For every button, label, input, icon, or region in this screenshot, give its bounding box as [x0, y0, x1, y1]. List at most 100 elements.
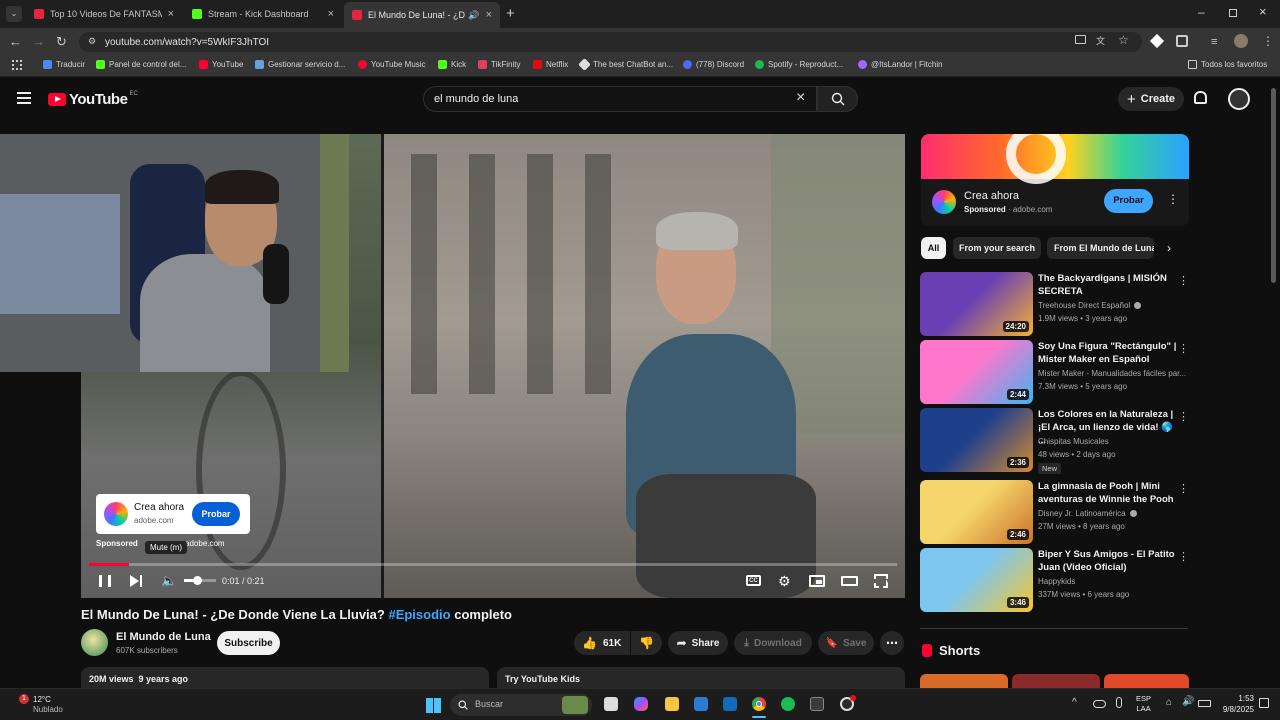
extensions-puzzle-icon[interactable]: [1176, 35, 1188, 47]
recommendation-thumbnail[interactable]: 2:36: [920, 408, 1033, 472]
close-tab-icon[interactable]: ×: [168, 8, 174, 20]
task-view-icon[interactable]: [604, 697, 618, 711]
account-avatar[interactable]: [1228, 88, 1250, 110]
video-hashtag-link[interactable]: #Episodio: [388, 607, 450, 622]
more-options-icon[interactable]: ⋮: [1178, 342, 1189, 355]
channel-name[interactable]: El Mundo de Luna: [116, 631, 211, 643]
download-button[interactable]: ⤓ Download: [734, 631, 812, 655]
tab-fantasmas[interactable]: Top 10 Videos De FANTASMAS ×: [26, 3, 182, 25]
youtube-logo[interactable]: YouTube EC: [48, 91, 138, 108]
bookmark-youtube[interactable]: YouTube: [199, 60, 243, 69]
recommendation-item[interactable]: 24:20 The Backyardigans | MISIÓN SECRETA T…: [920, 272, 1190, 336]
show-hidden-icons[interactable]: ^: [1072, 697, 1077, 708]
microsoft-store-icon[interactable]: [694, 697, 708, 711]
onedrive-cloud-icon[interactable]: [1093, 700, 1106, 708]
close-window-button[interactable]: ×: [1259, 4, 1267, 19]
share-button[interactable]: ➦ Share: [668, 631, 728, 655]
language-indicator[interactable]: ESP LAA: [1136, 694, 1151, 714]
more-options-icon[interactable]: ⋮: [1178, 482, 1189, 495]
reload-button[interactable]: ↻: [56, 34, 67, 50]
close-tab-icon[interactable]: ×: [328, 8, 334, 20]
chip-from-channel[interactable]: From El Mundo de Luna: [1047, 237, 1154, 259]
recommendation-title[interactable]: Soy Una Figura "Rectángulo" | Mister Mak…: [1038, 340, 1178, 366]
file-explorer-icon[interactable]: [665, 697, 679, 711]
recommendation-title[interactable]: La gimnasia de Pooh | Mini aventuras de …: [1038, 480, 1178, 506]
bookmark-fitchin[interactable]: @ItsLandor | Fitchin: [858, 60, 943, 69]
volume-icon[interactable]: 🔊: [1182, 696, 1194, 707]
apps-grid-icon[interactable]: [12, 60, 22, 70]
volume-slider[interactable]: [184, 576, 216, 585]
tab-el-mundo-de-luna[interactable]: El Mundo De Luna! - ¿De D 🔊 ×: [344, 2, 500, 28]
outlook-icon[interactable]: [723, 697, 737, 711]
like-button[interactable]: 👍 61K: [574, 631, 630, 655]
clock[interactable]: 1:53 9/8/2025: [1214, 693, 1254, 715]
recommendation-channel[interactable]: Happykids: [1038, 577, 1188, 586]
back-button[interactable]: ←: [9, 34, 22, 49]
bookmark-star-icon[interactable]: ☆: [1118, 33, 1129, 47]
volume-button[interactable]: 🔈: [161, 573, 177, 589]
weather-widget[interactable]: 1 12°C Nublado: [12, 694, 92, 716]
bookmark-traducir[interactable]: Traducir: [43, 60, 85, 69]
guide-menu-icon[interactable]: [17, 92, 31, 104]
ad-cta-button[interactable]: Probar: [192, 502, 240, 526]
recommendation-thumbnail[interactable]: 2:46: [920, 480, 1033, 544]
in-video-ad-card[interactable]: Crea ahora adobe.com Probar: [96, 494, 250, 534]
sidebar-ad-cta-button[interactable]: Probar: [1104, 189, 1153, 213]
chips-next-chevron-icon[interactable]: ›: [1167, 241, 1171, 255]
chip-from-your-search[interactable]: From your search: [953, 237, 1041, 259]
clear-search-icon[interactable]: ×: [796, 89, 805, 107]
bookmark-netflix[interactable]: Netflix: [533, 60, 568, 69]
theater-mode-button[interactable]: [841, 576, 858, 586]
sidebar-ad[interactable]: Crea ahora Sponsored · adobe.com Probar …: [921, 134, 1189, 226]
chrome-icon[interactable]: [752, 697, 766, 711]
restore-button[interactable]: [1229, 9, 1237, 17]
captions-button[interactable]: CC: [746, 575, 761, 586]
minimize-button[interactable]: –: [1198, 5, 1205, 19]
recommendation-thumbnail[interactable]: 3:46: [920, 548, 1033, 612]
dislike-button[interactable]: 👎: [631, 631, 662, 655]
bookmark-kick[interactable]: Kick: [438, 60, 466, 69]
close-tab-icon[interactable]: ×: [486, 9, 492, 21]
channel-avatar[interactable]: [81, 629, 108, 656]
address-bar[interactable]: ⚙ youtube.com/watch?v=5WkIF3JhTOI 文 ☆: [79, 32, 1142, 52]
taskbar-search-box[interactable]: Buscar: [450, 694, 592, 716]
settings-gear-icon[interactable]: ⚙: [778, 573, 791, 590]
recommendation-channel[interactable]: Treehouse Direct Español: [1038, 301, 1188, 310]
spotify-icon[interactable]: [781, 697, 795, 711]
notification-center-icon[interactable]: [1259, 698, 1269, 708]
recommendation-thumbnail[interactable]: 24:20: [920, 272, 1033, 336]
terminal-app-icon[interactable]: [810, 697, 824, 711]
recommendation-channel[interactable]: Disney Jr. Latinoamérica: [1038, 509, 1188, 518]
more-options-icon[interactable]: ⋮: [1178, 274, 1189, 287]
bookmark-kick-panel[interactable]: Panel de control del...: [96, 60, 186, 69]
shorts-thumb[interactable]: [920, 674, 1008, 688]
recommendation-title[interactable]: The Backyardigans | MISIÓN SECRETA: [1038, 272, 1178, 298]
recommendation-item[interactable]: 3:46 Biper Y Sus Amigos - El Patito Juan …: [920, 548, 1190, 612]
obs-icon[interactable]: [840, 695, 856, 711]
shorts-thumb[interactable]: [1104, 674, 1189, 688]
profile-avatar[interactable]: [1234, 34, 1248, 48]
pause-button[interactable]: [99, 575, 111, 587]
site-info-icon[interactable]: ⚙: [88, 36, 96, 47]
new-tab-button[interactable]: +: [506, 5, 515, 22]
bookmark-tikfinity[interactable]: TikFinity: [478, 60, 520, 69]
all-bookmarks-folder[interactable]: Todos los favoritos: [1188, 60, 1267, 69]
recommendation-item[interactable]: 2:36 Los Colores en la Naturaleza | ¡El A…: [920, 408, 1190, 474]
recommendation-item[interactable]: 2:44 Soy Una Figura "Rectángulo" | Mister…: [920, 340, 1190, 404]
save-button[interactable]: 🔖 Save: [818, 631, 874, 655]
microphone-icon[interactable]: [1116, 697, 1122, 708]
reading-list-icon[interactable]: ≡: [1211, 36, 1217, 48]
tab-kick-dashboard[interactable]: Stream - Kick Dashboard ×: [184, 3, 342, 25]
recommendation-title[interactable]: Biper Y Sus Amigos - El Patito Juan (Vid…: [1038, 548, 1178, 574]
start-windows-icon[interactable]: [426, 698, 441, 713]
bookmark-discord[interactable]: (778) Discord: [683, 60, 744, 69]
search-button[interactable]: [817, 86, 858, 112]
more-options-icon[interactable]: ⋮: [1167, 192, 1179, 206]
youtube-kids-promo[interactable]: Try YouTube Kids: [497, 667, 905, 688]
recommendation-thumbnail[interactable]: 2:44: [920, 340, 1033, 404]
page-scrollbar[interactable]: [1271, 88, 1276, 283]
create-button[interactable]: + Create: [1118, 87, 1184, 111]
more-actions-button[interactable]: ⋯: [880, 631, 904, 655]
more-options-icon[interactable]: ⋮: [1178, 550, 1189, 563]
network-icon[interactable]: ⌂: [1166, 697, 1172, 708]
